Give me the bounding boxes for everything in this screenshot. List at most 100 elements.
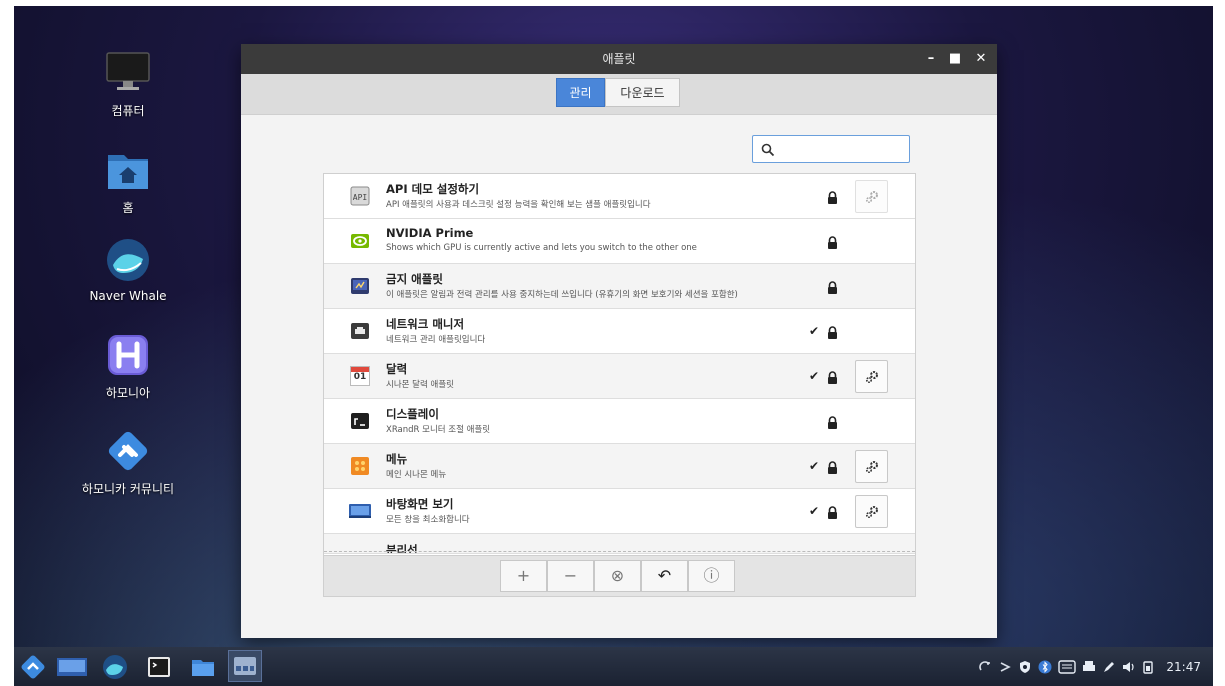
applet-description: API 애플릿의 사용과 데스크릿 설정 능력을 확인해 보는 샘플 애플릿입니… [386, 200, 651, 210]
checkmark-icon: ✔ [809, 504, 820, 518]
api-demo-icon: API [350, 186, 370, 206]
nvidia-icon [350, 231, 370, 251]
list-item[interactable]: 네트워크 매니저 네트워크 관리 애플릿입니다 ✔ [324, 309, 915, 354]
applet-description: 메인 시나몬 메뉴 [386, 470, 447, 480]
configure-button[interactable] [855, 360, 888, 393]
list-item[interactable]: 바탕화면 보기 모든 창을 최소화합니다 ✔ [324, 489, 915, 534]
list-item[interactable]: 디스플레이 XRandR 모니터 조절 애플릿 [324, 399, 915, 444]
applet-title: 디스플레이 [386, 407, 439, 421]
list-item[interactable]: API API 데모 설정하기 API 애플릿의 사용과 데스크릿 설정 능력을… [324, 174, 915, 219]
keyboard-icon[interactable] [1058, 659, 1077, 674]
calendar-icon: 01 [350, 366, 370, 386]
show-desktop-icon [348, 501, 372, 521]
search-box[interactable] [752, 135, 910, 163]
desktop-icon-computer[interactable]: 컴퓨터 [68, 50, 188, 119]
desktop-icon-hamonia[interactable]: 하모니아 [68, 332, 188, 401]
configure-button[interactable] [855, 495, 888, 528]
monitor-icon [105, 50, 151, 96]
applets-window: 애플릿 – ■ ✕ 관리 다운로드 API API 데모 설정하기 API 애플… [241, 44, 997, 638]
list-item[interactable]: 금지 애플릿 이 애플릿은 알림과 전력 관리를 사용 중지하는데 쓰입니다 (… [324, 264, 915, 309]
applet-title: API 데모 설정하기 [386, 182, 480, 196]
hamonia-icon [105, 332, 151, 378]
configure-button[interactable] [855, 180, 888, 213]
applet-title: 바탕화면 보기 [386, 497, 454, 511]
clock[interactable]: 21:47 [1166, 660, 1201, 674]
applet-description: Shows which GPU is currently active and … [386, 243, 697, 253]
desktop-icon-naver-whale[interactable]: Naver Whale [68, 237, 188, 303]
window-title: 애플릿 [602, 52, 636, 66]
lock-icon [827, 279, 838, 294]
applet-description: 모든 창을 최소화합니다 [386, 515, 470, 525]
checkmark-icon: ✔ [809, 324, 820, 338]
applet-description: XRandR 모니터 조절 애플릿 [386, 425, 491, 435]
remove-applet-button[interactable]: − [547, 560, 594, 592]
applet-title: 네트워크 매니저 [386, 317, 465, 331]
more-info-button[interactable]: ⓘ [688, 560, 735, 592]
home-folder-icon [105, 147, 151, 193]
shield-icon[interactable] [1018, 660, 1032, 674]
desktop-icon-label: 컴퓨터 [111, 104, 145, 118]
rapidcheck-icon[interactable] [998, 660, 1012, 674]
list-item[interactable]: NVIDIA Prime Shows which GPU is currentl… [324, 219, 915, 264]
add-applet-button[interactable]: + [500, 560, 547, 592]
inhibit-icon [350, 276, 370, 296]
list-scroll-edge [324, 551, 915, 552]
tab-download[interactable]: 다운로드 [605, 78, 680, 107]
menu-icon [350, 456, 370, 476]
applet-title: 달력 [386, 362, 408, 376]
applets-window-icon[interactable] [228, 650, 262, 682]
whale-browser-icon[interactable] [102, 654, 128, 680]
volume-icon[interactable] [1122, 660, 1136, 674]
maximize-button[interactable]: ■ [945, 44, 965, 74]
lock-icon [827, 234, 838, 249]
lock-icon [827, 504, 838, 519]
hamonikr-menu-icon[interactable] [20, 654, 46, 680]
list-item[interactable]: 메뉴 메인 시나몬 메뉴 ✔ [324, 444, 915, 489]
whale-browser-icon [105, 237, 151, 283]
battery-icon[interactable] [1142, 660, 1156, 674]
applet-description: 이 애플릿은 알림과 전력 관리를 사용 중지하는데 쓰입니다 (유휴기의 화면… [386, 290, 738, 300]
list-item[interactable]: 01 달력 시나몬 달력 애플릿 ✔ [324, 354, 915, 399]
desktop-icon-label: 홈 [122, 201, 134, 215]
applet-title: 분리선 [386, 543, 418, 554]
applet-title: 메뉴 [386, 452, 408, 466]
desktop-icon-label: 하모니카 커뮤니티 [81, 482, 175, 496]
svg-text:API: API [353, 193, 368, 202]
hamonikr-community-icon [105, 428, 151, 474]
file-manager-icon[interactable] [190, 654, 216, 680]
desktop-icon-hamonikr-community[interactable]: 하모니카 커뮤니티 [68, 428, 188, 497]
display-icon [350, 411, 370, 431]
sync-icon[interactable] [978, 660, 992, 674]
show-desktop-icon[interactable] [56, 654, 88, 680]
applet-title: NVIDIA Prime [386, 226, 474, 240]
desktop-icon-home[interactable]: 홈 [68, 147, 188, 216]
desktop-icon-label: 하모니아 [105, 386, 151, 400]
configure-button[interactable] [855, 450, 888, 483]
printer-icon[interactable] [1082, 660, 1096, 674]
restore-defaults-button[interactable]: ↶ [641, 560, 688, 592]
lock-icon [827, 369, 838, 384]
checkmark-icon: ✔ [809, 369, 820, 383]
taskbar: 21:47 [14, 647, 1213, 686]
system-tray: 21:47 [978, 647, 1201, 686]
gears-icon [864, 504, 880, 524]
terminal-icon[interactable] [146, 654, 172, 680]
window-titlebar[interactable]: 애플릿 – ■ ✕ [241, 44, 997, 74]
search-input[interactable] [781, 140, 905, 160]
lock-icon [827, 324, 838, 339]
gears-icon [864, 459, 880, 479]
close-button[interactable]: ✕ [971, 44, 991, 74]
applet-list[interactable]: API API 데모 설정하기 API 애플릿의 사용과 데스크릿 설정 능력을… [323, 173, 916, 597]
calendar-icon-date: 01 [353, 372, 367, 382]
tab-bar: 관리 다운로드 [241, 74, 997, 115]
lock-icon [827, 459, 838, 474]
desktop-icon-label: Naver Whale [89, 289, 167, 303]
uninstall-applet-button[interactable]: ⊗ [594, 560, 641, 592]
gears-icon [864, 189, 880, 209]
tab-manage[interactable]: 관리 [556, 78, 605, 107]
checkmark-icon: ✔ [809, 459, 820, 473]
minimize-button[interactable]: – [921, 44, 941, 74]
lock-icon [827, 189, 838, 204]
edit-icon[interactable] [1102, 660, 1116, 674]
bluetooth-icon[interactable] [1038, 660, 1052, 674]
